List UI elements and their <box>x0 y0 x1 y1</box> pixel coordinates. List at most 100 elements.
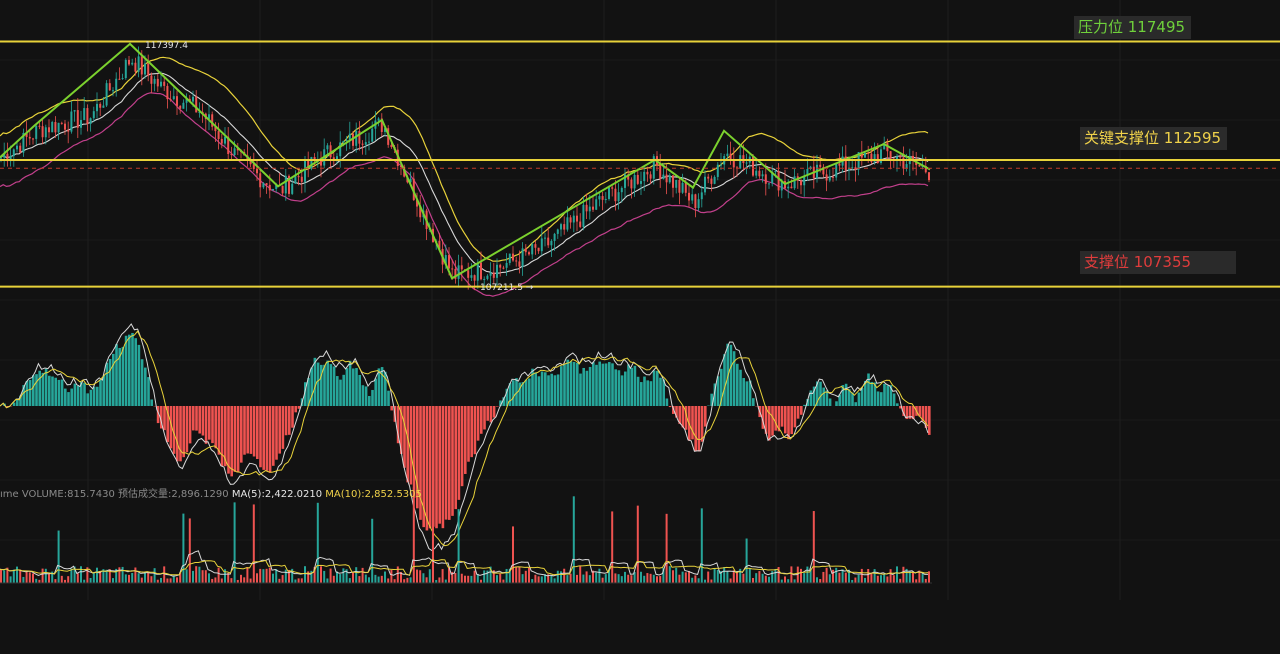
macd-histogram-bar <box>553 375 557 406</box>
volume-bar <box>531 579 534 583</box>
macd-histogram-bar <box>822 387 825 406</box>
candle-body <box>160 81 162 87</box>
candle-body <box>604 198 607 200</box>
volume-bar <box>422 573 425 583</box>
candle-body <box>96 103 98 112</box>
volume-bar <box>518 566 521 583</box>
volume-bar <box>272 573 274 583</box>
volume-bar <box>358 576 361 583</box>
candle-body <box>505 262 508 268</box>
volume-bar <box>563 568 566 583</box>
candle-body <box>140 56 143 75</box>
candle-body <box>176 96 178 106</box>
macd-histogram-bar <box>774 406 777 431</box>
candle-body <box>828 176 831 181</box>
volume-legend: ıme VOLUME:815.7430 预估成交量:2,896.1290 MA(… <box>0 485 422 500</box>
volume-bar <box>281 575 284 583</box>
candle-body <box>636 174 639 184</box>
candle-body <box>480 262 482 280</box>
candle-body <box>560 224 562 230</box>
volume-bar <box>262 569 265 583</box>
macd-histogram-bar <box>771 406 774 436</box>
volume-bar <box>48 573 50 583</box>
macd-histogram-bar <box>128 334 131 406</box>
volume-bar <box>678 574 681 583</box>
macd-histogram-bar <box>560 366 563 406</box>
volume-bar <box>432 504 434 583</box>
volume-bar <box>691 577 694 583</box>
macd-histogram-bar <box>659 377 662 406</box>
volume-bar <box>166 578 169 583</box>
volume-bar <box>499 573 502 583</box>
candle-body <box>614 188 617 202</box>
candle-body <box>582 204 585 227</box>
macd-histogram-bar <box>192 406 195 431</box>
volume-bar <box>755 573 758 583</box>
volume-bar <box>217 567 220 583</box>
volume-bar <box>515 566 518 583</box>
candle-body <box>64 123 66 130</box>
volume-bar <box>444 579 447 583</box>
candle-body <box>163 81 166 86</box>
volume-bar <box>614 573 617 583</box>
candle-body <box>755 170 758 176</box>
volume-bar <box>668 566 671 583</box>
candle-body <box>515 260 518 262</box>
candle-body <box>54 121 57 133</box>
volume-bar <box>22 576 25 583</box>
candle-body <box>150 75 153 84</box>
candle-body <box>169 99 172 101</box>
candle-body <box>835 163 838 178</box>
macd-histogram-bar <box>348 360 352 406</box>
candle-body <box>544 237 546 239</box>
macd-histogram-bar <box>236 406 240 473</box>
candle-body <box>716 164 719 177</box>
chart-canvas[interactable] <box>0 0 1280 654</box>
candle-body <box>80 119 82 128</box>
macd-histogram-bar <box>403 406 406 468</box>
candle-body <box>118 78 121 80</box>
macd-histogram-bar <box>217 406 221 455</box>
macd-histogram-bar <box>198 406 201 434</box>
macd-histogram-bar <box>214 406 217 449</box>
candle-body <box>720 164 722 166</box>
candle-body <box>566 217 569 230</box>
volume-bar <box>240 574 242 583</box>
macd-histogram-bar <box>803 404 806 406</box>
volume-bar <box>496 575 498 583</box>
volume-bar <box>800 568 802 583</box>
volume-bar <box>140 577 143 583</box>
candle-body <box>768 183 770 185</box>
volume-bar <box>425 577 428 583</box>
volume-bar <box>732 570 735 583</box>
macd-histogram-bar <box>566 359 569 406</box>
macd-histogram-bar <box>230 406 233 477</box>
volume-bar <box>41 568 44 583</box>
volume-bar <box>188 518 191 583</box>
macd-histogram-bar <box>294 406 297 413</box>
macd-histogram-bar <box>636 376 640 406</box>
candle-body <box>832 176 834 178</box>
volume-bar <box>684 572 687 583</box>
candle-body <box>256 168 258 174</box>
volume-bar <box>339 574 342 583</box>
macd-histogram-bar <box>76 385 80 406</box>
candle-body <box>787 186 790 189</box>
volume-bar <box>70 568 73 583</box>
candle-body <box>128 59 130 65</box>
candle-body <box>630 179 633 189</box>
macd-histogram-bar <box>211 406 214 444</box>
volume-bar <box>208 573 210 583</box>
macd-histogram-bar <box>444 406 448 520</box>
volume-bar <box>89 577 92 583</box>
macd-histogram-bar <box>588 366 592 406</box>
candle-body <box>38 125 41 127</box>
macd-histogram-bar <box>569 361 573 406</box>
macd-histogram-bar <box>89 389 93 406</box>
candle-body <box>800 180 802 186</box>
candle-body <box>377 118 380 121</box>
macd-histogram-bar <box>73 383 77 406</box>
candle-body <box>758 170 761 177</box>
candle-body <box>684 182 687 193</box>
macd-histogram-bar <box>800 406 803 415</box>
